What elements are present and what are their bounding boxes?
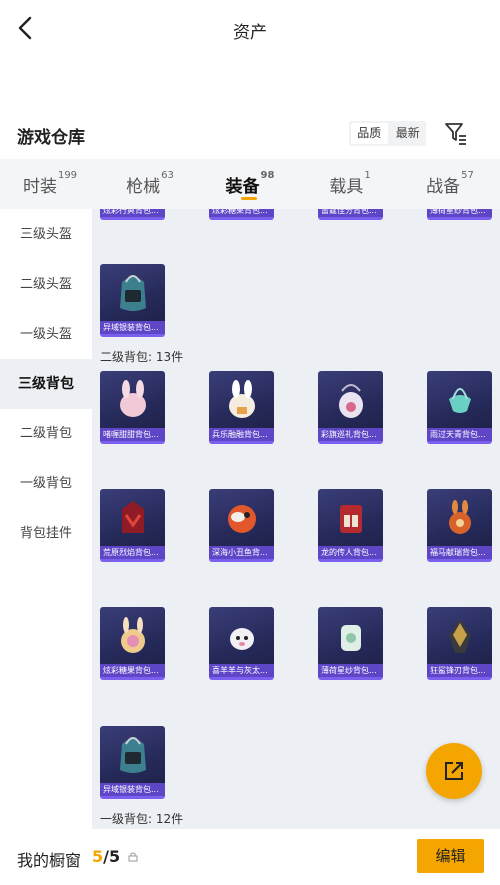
item-name: 喜羊羊与灰太...: [209, 664, 274, 677]
showcase-count-total: /5: [103, 847, 121, 866]
item-name: 薄荷星纱背包...: [427, 209, 492, 217]
backpack-image: [120, 380, 146, 417]
page-title: 资产: [233, 23, 267, 43]
tab-count: 199: [57, 170, 78, 181]
section-title-level1: 一级背包: 12件: [100, 812, 184, 826]
backpack-image: [229, 380, 255, 418]
item-name: 福马献瑞背包...: [427, 546, 492, 559]
item-name: 啫喱甜甜背包...: [100, 428, 165, 441]
item-card[interactable]: 啫喱甜甜背包...: [100, 371, 165, 444]
sidebar-item-helmet-1[interactable]: 一级头盔: [0, 310, 92, 360]
item-card[interactable]: 炫彩行爽背包...: [100, 209, 165, 220]
showcase-count: 5/5: [92, 847, 120, 866]
top-nav: 资产: [0, 0, 500, 58]
backpack-image: [339, 384, 363, 418]
item-name: 荒原烈焰背包...: [100, 546, 165, 559]
item-card[interactable]: 雨过天青背包...: [427, 371, 492, 444]
item-card[interactable]: 荒原烈焰背包...: [100, 489, 165, 562]
backpack-image: [120, 737, 146, 773]
tab-guns[interactable]: 枪械63: [100, 159, 200, 209]
item-name: 狂鲨锋刃背包...: [427, 664, 492, 677]
filter-button[interactable]: [443, 120, 469, 146]
item-name: 炫彩糖果背包...: [100, 664, 165, 677]
backpack-image: [230, 628, 254, 650]
tab-fashion[interactable]: 时装199: [0, 159, 100, 209]
item-name: 异域银装背包...: [100, 783, 165, 796]
item-name: 龙的传人背包...: [318, 546, 383, 559]
backpack-image: [340, 505, 362, 533]
lock-icon: [128, 852, 138, 862]
tab-count: 63: [161, 170, 174, 181]
share-fab-button[interactable]: [426, 743, 482, 799]
item-card[interactable]: 福马献瑞背包...: [427, 489, 492, 562]
tab-label: 枪械: [126, 177, 161, 197]
item-name: 异域银装背包...: [100, 321, 165, 334]
section-title-level2: 二级背包: 13件: [100, 350, 184, 364]
backpack-image: [449, 500, 471, 534]
tab-label: 战备: [426, 177, 461, 197]
item-name: 炫彩糖果背包...: [209, 209, 274, 217]
showcase-count-current: 5: [92, 847, 104, 866]
item-card[interactable]: 喜羊羊与灰太...: [209, 607, 274, 680]
item-card[interactable]: 彩旗巡礼背包...: [318, 371, 383, 444]
filter-icon: [445, 123, 466, 145]
item-name: 彩旗巡礼背包...: [318, 428, 383, 441]
item-card[interactable]: 薄荷星纱背包...: [318, 607, 383, 680]
item-card[interactable]: 雷霆佳分背包...: [318, 209, 383, 220]
item-card[interactable]: 薄荷星纱背包...: [427, 209, 492, 220]
sidebar-item-backpack-3[interactable]: 三级背包: [0, 359, 92, 409]
edit-button[interactable]: 编辑: [417, 839, 484, 873]
sidebar-item-backpack-1[interactable]: 一级背包: [0, 459, 92, 509]
tab-equipment[interactable]: 装备98: [200, 159, 300, 209]
item-name: 兵乐融融背包...: [209, 428, 274, 441]
item-card[interactable]: 异域银装背包...: [100, 726, 165, 799]
sidebar-item-helmet-3[interactable]: 三级头盔: [0, 210, 92, 260]
assets-page: 资产 游戏仓库 品质 最新 时装199 枪械63 装备98 载具1 战备57 三…: [0, 0, 500, 885]
item-name: 薄荷星纱背包...: [318, 664, 383, 677]
sidebar-item-backpack-2[interactable]: 二级背包: [0, 409, 92, 459]
subcategory-sidebar: 三级头盔 二级头盔 一级头盔 三级背包 二级背包 一级背包 背包挂件: [0, 209, 92, 829]
item-name: 雨过天青背包...: [427, 428, 492, 441]
backpack-image: [449, 619, 471, 653]
category-tabs: 时装199 枪械63 装备98 载具1 战备57: [0, 159, 500, 209]
item-name: 深海小丑鱼背...: [209, 546, 274, 559]
sort-newest-option[interactable]: 最新: [390, 123, 427, 144]
backpack-image: [122, 501, 144, 533]
backpack-image: [121, 617, 145, 653]
tab-label: 装备: [225, 177, 260, 197]
backpack-image: [449, 388, 471, 413]
tab-label: 时装: [22, 177, 57, 197]
item-card[interactable]: 狂鲨锋刃背包...: [427, 607, 492, 680]
item-card[interactable]: 深海小丑鱼背...: [209, 489, 274, 562]
sidebar-item-helmet-2[interactable]: 二级头盔: [0, 260, 92, 310]
showcase-label: 我的橱窗: [17, 851, 82, 870]
share-icon: [445, 762, 463, 780]
sort-toggle: 品质 最新: [349, 121, 426, 146]
tab-vehicles[interactable]: 载具1: [300, 159, 400, 209]
backpack-image: [341, 625, 361, 651]
item-name: 雷霆佳分背包...: [318, 209, 383, 217]
item-card[interactable]: 龙的传人背包...: [318, 489, 383, 562]
active-tab-indicator: [241, 197, 257, 200]
item-grid: 炫彩行爽背包... 炫彩糖果背包... 雷霆佳分背包... 薄荷星纱背包... …: [92, 209, 500, 829]
sidebar-item-pendants[interactable]: 背包挂件: [0, 509, 92, 559]
tab-supplies[interactable]: 战备57: [400, 159, 500, 209]
backpack-image: [120, 275, 146, 311]
sort-quality-option[interactable]: 品质: [351, 123, 388, 144]
item-card[interactable]: 兵乐融融背包...: [209, 371, 274, 444]
warehouse-title: 游戏仓库: [17, 128, 85, 148]
tab-count: 57: [461, 170, 474, 181]
tab-label: 载具: [329, 177, 364, 197]
tab-count: 1: [364, 170, 371, 181]
backpack-image: [228, 505, 256, 533]
item-name: 炫彩行爽背包...: [100, 209, 165, 217]
item-card[interactable]: 炫彩糖果背包...: [209, 209, 274, 220]
item-card[interactable]: 异域银装背包...: [100, 264, 165, 337]
item-card[interactable]: 炫彩糖果背包...: [100, 607, 165, 680]
tab-count: 98: [260, 170, 275, 181]
bottom-bar: 我的橱窗 5/5 编辑: [0, 829, 500, 885]
